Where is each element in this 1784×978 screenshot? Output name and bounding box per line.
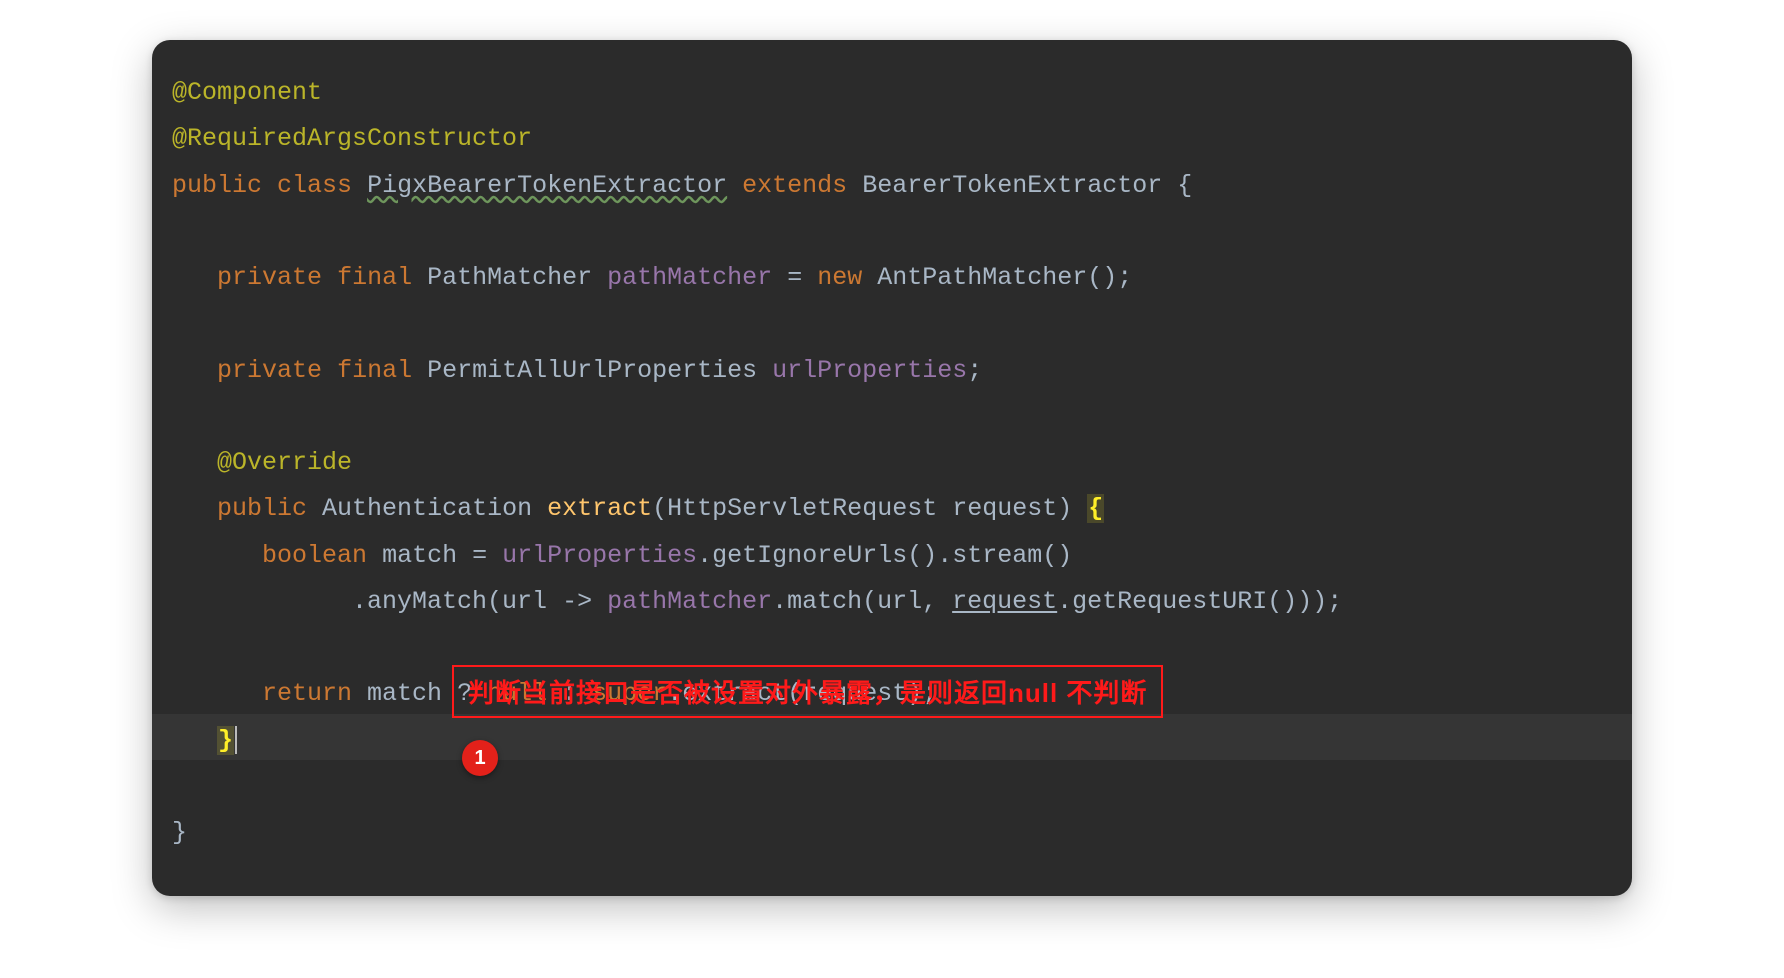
- lparen: (: [652, 494, 667, 523]
- type-permitallurl: PermitAllUrlProperties: [427, 356, 757, 385]
- annotation-component: @Component: [172, 78, 322, 107]
- ret-type: Authentication: [322, 494, 532, 523]
- anymatch-prefix: .anyMatch(url ->: [352, 587, 607, 616]
- callout-text: 判断当前接口是否被设置对外暴露，是则返回null 不判断: [468, 678, 1147, 708]
- kw-private: private: [217, 263, 322, 292]
- kw-private: private: [217, 356, 322, 385]
- field-urlproperties-ref: urlProperties: [502, 541, 697, 570]
- kw-class: class: [277, 171, 352, 200]
- kw-public: public: [217, 494, 307, 523]
- field-pathmatcher: pathMatcher: [607, 263, 772, 292]
- annotation-callout: 判断当前接口是否被设置对外暴露，是则返回null 不判断: [452, 665, 1163, 718]
- kw-return: return: [262, 679, 352, 708]
- badge-number: 1: [474, 747, 485, 770]
- kw-final: final: [337, 263, 412, 292]
- equals: =: [787, 263, 802, 292]
- field-urlproperties: urlProperties: [772, 356, 967, 385]
- kw-new: new: [817, 263, 862, 292]
- method-extract: extract: [547, 494, 652, 523]
- type-pathmatcher: PathMatcher: [427, 263, 592, 292]
- request-underlined: request: [952, 587, 1057, 616]
- kw-final: final: [337, 356, 412, 385]
- ctor-antpathmatcher: AntPathMatcher: [877, 263, 1087, 292]
- param-type: HttpServletRequest: [667, 494, 937, 523]
- close-brace-highlight: }: [217, 726, 234, 755]
- annotation-required-args: @RequiredArgsConstructor: [172, 124, 532, 153]
- open-brace-highlight: {: [1087, 494, 1104, 523]
- match-call: .match(url,: [772, 587, 952, 616]
- match-tail: .getRequestURI()));: [1057, 587, 1342, 616]
- kw-public: public: [172, 171, 262, 200]
- class-name: PigxBearerTokenExtractor: [367, 171, 727, 200]
- code-block[interactable]: @Component @RequiredArgsConstructor publ…: [172, 70, 1612, 856]
- tail: ();: [1087, 263, 1132, 292]
- kw-boolean: boolean: [262, 541, 367, 570]
- var-match: match: [382, 541, 457, 570]
- param-name: request: [952, 494, 1057, 523]
- class-close-brace: }: [172, 818, 187, 847]
- open-brace: {: [1177, 171, 1192, 200]
- call-stream: .getIgnoreUrls().stream(): [697, 541, 1072, 570]
- annotation-badge: 1: [462, 740, 498, 776]
- caret: [235, 726, 237, 754]
- eq: =: [472, 541, 487, 570]
- annotation-override: @Override: [217, 448, 352, 477]
- super-class: BearerTokenExtractor: [862, 171, 1162, 200]
- kw-extends: extends: [742, 171, 847, 200]
- code-editor: @Component @RequiredArgsConstructor publ…: [152, 40, 1632, 896]
- rparen: ): [1057, 494, 1087, 523]
- field-pathmatcher-ref: pathMatcher: [607, 587, 772, 616]
- semicolon: ;: [967, 356, 982, 385]
- var-match-ref: match: [367, 679, 442, 708]
